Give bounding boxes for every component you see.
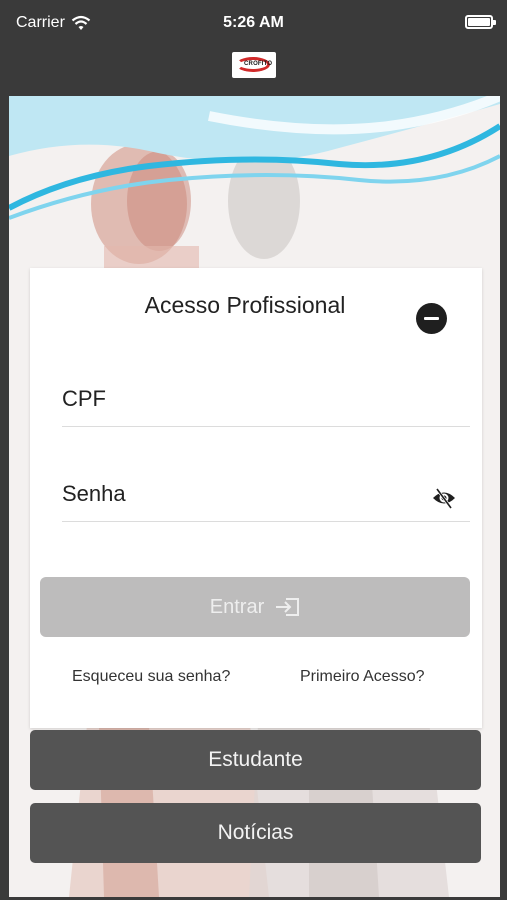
status-time: 5:26 AM — [223, 14, 284, 31]
login-arrow-icon — [276, 598, 300, 616]
eye-slash-icon[interactable] — [432, 486, 456, 510]
news-button[interactable]: Notícias — [30, 803, 481, 863]
minus-circle-icon[interactable] — [416, 303, 447, 334]
device-frame: Carrier 5:26 AM CROFITO Acesso Profissio… — [0, 0, 507, 900]
cpf-field — [62, 373, 470, 427]
battery-icon — [465, 15, 496, 29]
login-title: Acesso Profissional — [144, 292, 346, 318]
main-content: Acesso Profissional Entrar — [9, 96, 500, 897]
password-field — [62, 468, 470, 522]
password-input[interactable] — [62, 468, 422, 520]
status-bar: Carrier 5:26 AM — [0, 0, 507, 46]
first-access-link[interactable]: Primeiro Acesso? — [300, 668, 425, 686]
app-logo: CROFITO — [232, 52, 276, 78]
forgot-password-link[interactable]: Esqueceu sua senha? — [72, 668, 230, 686]
login-card: Acesso Profissional Entrar — [30, 268, 482, 728]
student-button[interactable]: Estudante — [30, 730, 481, 790]
cpf-input[interactable] — [62, 373, 422, 425]
enter-button[interactable]: Entrar — [40, 577, 470, 637]
enter-label: Entrar — [209, 595, 265, 618]
